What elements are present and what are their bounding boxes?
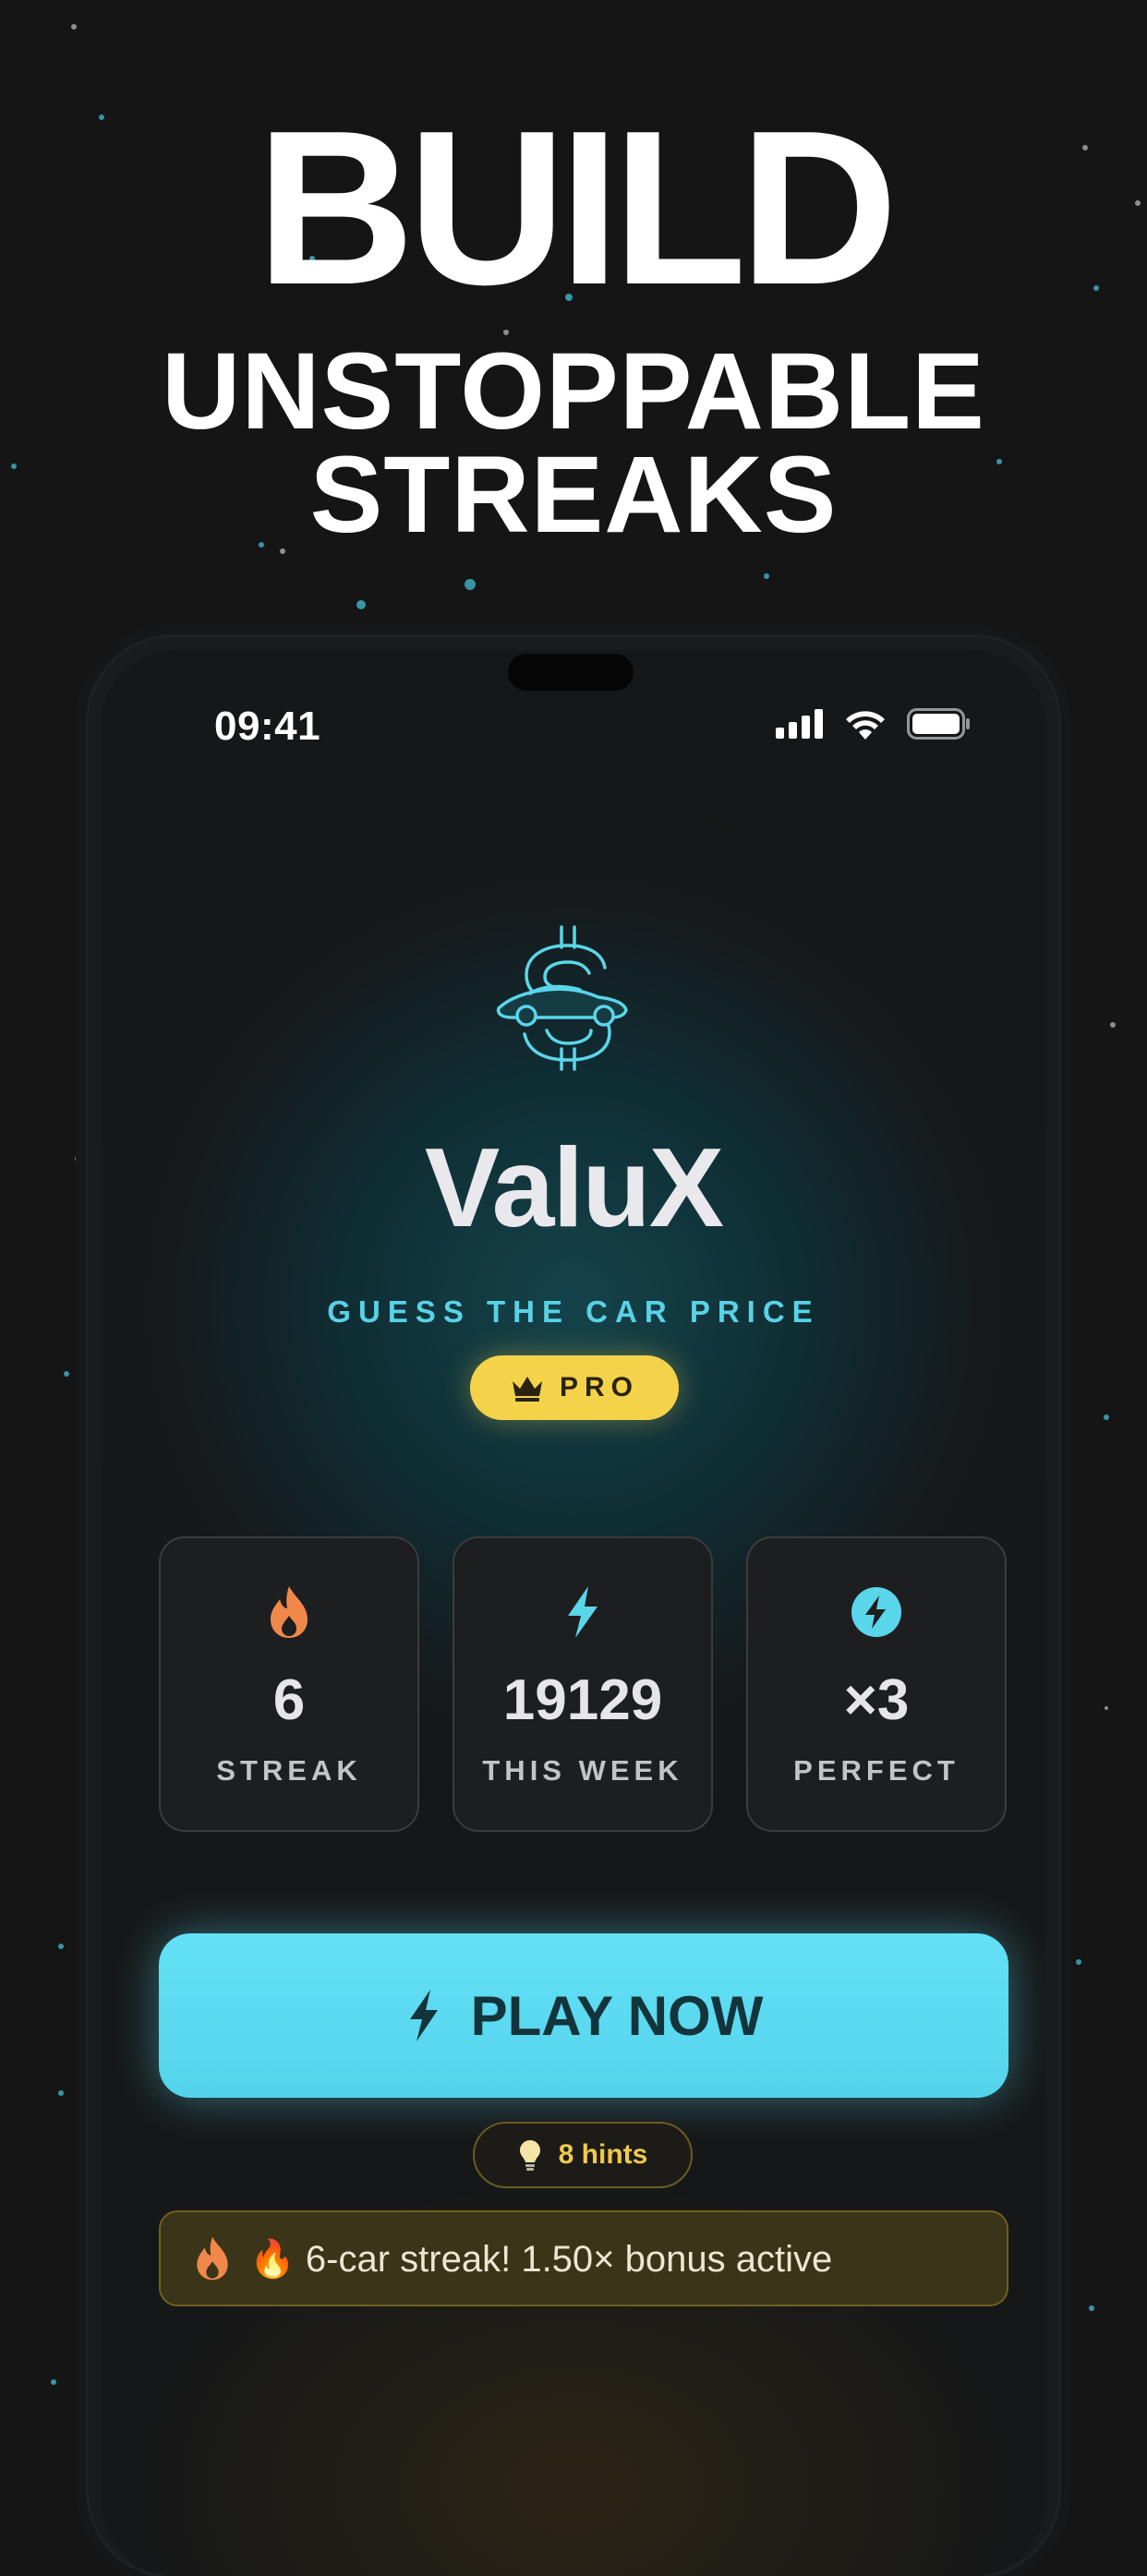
streak-bonus-banner: 🔥 6-car streak! 1.50× bonus active bbox=[159, 2210, 1008, 2306]
play-now-button[interactable]: PLAY NOW bbox=[159, 1933, 1008, 2098]
promo-subtitle-line1: UNSTOPPABLE bbox=[162, 331, 985, 452]
stat-card-perfect[interactable]: ×3 PERFECT bbox=[746, 1536, 1007, 1832]
app-tagline: GUESS THE CAR PRICE bbox=[327, 1294, 820, 1329]
app-name: ValuX bbox=[424, 1125, 724, 1250]
stat-label-week: THIS WEEK bbox=[482, 1754, 683, 1787]
promo-subtitle: UNSTOPPABLE STREAKS bbox=[0, 331, 1147, 556]
promo-subtitle-line2: STREAKS bbox=[309, 434, 838, 556]
play-now-label: PLAY NOW bbox=[470, 1984, 764, 2047]
app-screen: 09:41 ValuX GUESS THE CAR PRICE PRO 6 ST… bbox=[102, 650, 1045, 2576]
stat-label-perfect: PERFECT bbox=[793, 1754, 960, 1787]
stat-value-streak: 6 bbox=[272, 1668, 306, 1732]
lightning-icon bbox=[568, 1586, 598, 1638]
stat-value-week: 19129 bbox=[502, 1668, 663, 1732]
dynamic-island bbox=[508, 654, 634, 691]
stat-card-streak[interactable]: 6 STREAK bbox=[159, 1536, 419, 1832]
lightbulb-icon bbox=[519, 2140, 540, 2171]
flame-icon bbox=[197, 2236, 228, 2281]
streak-bonus-text: 🔥 6-car streak! 1.50× bonus active bbox=[249, 2238, 833, 2280]
dollar-car-icon bbox=[496, 925, 628, 1071]
stat-value-perfect: ×3 bbox=[843, 1668, 910, 1732]
flame-icon bbox=[271, 1586, 308, 1638]
phone-frame: 09:41 ValuX GUESS THE CAR PRICE PRO 6 ST… bbox=[89, 637, 1058, 2576]
hints-pill[interactable]: 8 hints bbox=[473, 2122, 693, 2188]
lightning-circle-icon bbox=[851, 1587, 901, 1637]
stat-card-week[interactable]: 19129 THIS WEEK bbox=[453, 1536, 713, 1832]
pro-badge-label: PRO bbox=[559, 1372, 639, 1402]
promo-title: BUILD bbox=[256, 86, 898, 331]
pro-badge[interactable]: PRO bbox=[470, 1355, 679, 1420]
status-time: 09:41 bbox=[214, 704, 321, 749]
lightning-icon bbox=[409, 1990, 438, 2041]
hints-label: 8 hints bbox=[558, 2139, 648, 2170]
status-icons bbox=[776, 707, 972, 740]
stat-label-streak: STREAK bbox=[216, 1754, 362, 1787]
battery-icon bbox=[907, 708, 970, 740]
crown-icon bbox=[512, 1377, 542, 1402]
wifi-icon bbox=[846, 711, 885, 740]
cellular-signal-icon bbox=[776, 709, 823, 739]
